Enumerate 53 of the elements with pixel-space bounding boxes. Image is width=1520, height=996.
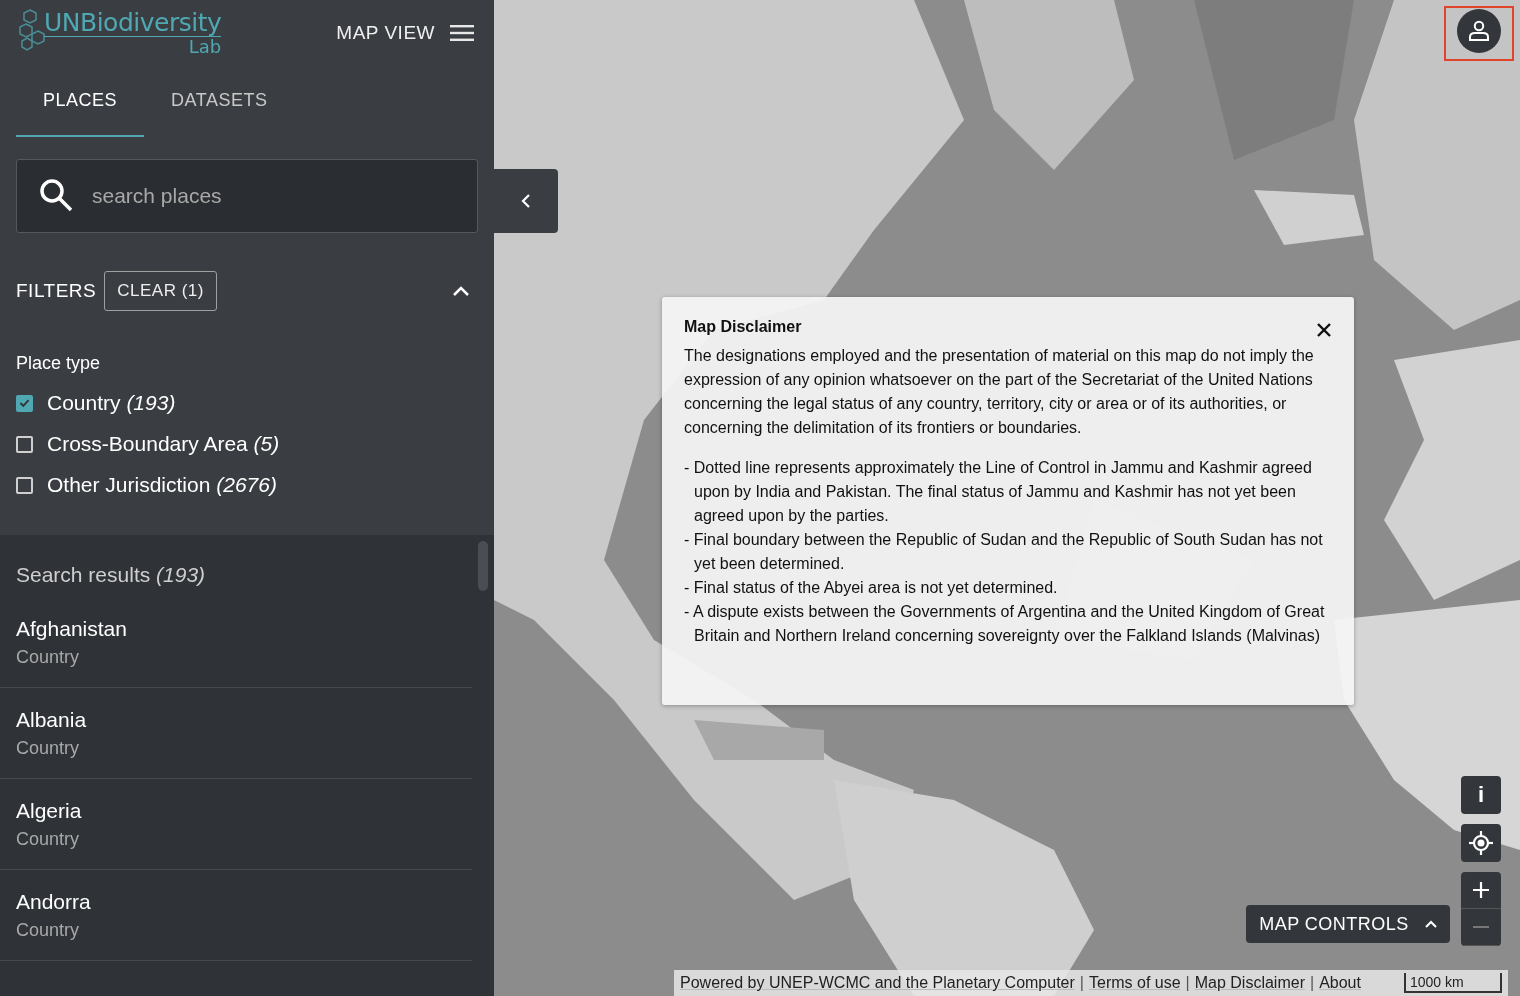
attribution-link[interactable]: Powered by UNEP-WCMC and the Planetary Computer: [680, 974, 1075, 992]
checkbox[interactable]: [16, 394, 33, 412]
disclaimer-note: - Final status of the Abyei area is not yet determined.: [684, 578, 1059, 598]
attribution-link[interactable]: Map Disclaimer: [1194, 974, 1305, 992]
user-icon: [1468, 20, 1490, 42]
place-type: Country: [16, 738, 81, 759]
search-icon: [39, 178, 73, 212]
tab[interactable]: DATASETS: [144, 65, 295, 137]
logo-title: UNBiodiversity: [44, 10, 222, 37]
disclaimer-text: The designations employed and the presentation of material on this map do not imply the expression of any opinion whatsoever on the part of the Secretariat of the United Nations concerning the legal status of any country, territory, city or area or of its authorities, or concerning the delimitation of its frontiers or boundaries.: [684, 346, 1315, 438]
checkbox[interactable]: [16, 476, 33, 494]
minus-icon: [1472, 925, 1490, 929]
highlight-frame: [1444, 6, 1514, 61]
search-field[interactable]: search places: [16, 159, 478, 233]
place-name: Afghanistan: [16, 617, 128, 641]
attribution-link[interactable]: About: [1319, 974, 1361, 992]
zoom-in-button[interactable]: [1461, 872, 1501, 909]
scale-bar: 1000 km: [1404, 973, 1502, 993]
locate-button[interactable]: [1461, 824, 1501, 862]
place-type: Country: [16, 647, 81, 668]
place-name: Albania: [16, 708, 88, 732]
separator: |: [1310, 974, 1315, 992]
attribution-link[interactable]: Terms of use: [1089, 974, 1181, 992]
checkbox-label[interactable]: Other Jurisdiction (2676): [47, 473, 277, 497]
info-button[interactable]: i: [1461, 776, 1501, 814]
popup-title: Map Disclaimer: [684, 317, 803, 337]
crosshair-icon: [1469, 831, 1493, 855]
menu-icon: [450, 24, 474, 41]
disclaimer-note: - A dispute exists between the Governments of Argentina and the United Kingdom of Great Britain and Northern Ireland concerning sovereignty over the Falkland Islands (Malvinas): [684, 602, 1326, 646]
logo-subtitle: Lab: [188, 37, 222, 57]
checkbox[interactable]: [16, 435, 33, 453]
chevron-icon[interactable]: [452, 285, 470, 297]
filters-label: FILTERS: [16, 280, 97, 302]
separator: |: [1185, 974, 1190, 992]
place-name: Andorra: [16, 890, 92, 914]
results-heading: Search results (193): [15, 562, 207, 588]
place-name: Algeria: [16, 799, 83, 823]
disclaimer-note: - Final boundary between the Republic of Sudan and the Republic of South Sudan has not yet been determined.: [684, 530, 1324, 574]
clear-filters-button[interactable]: CLEAR (1): [104, 271, 217, 311]
map-view-menu-button[interactable]: MAP VIEW: [336, 21, 474, 44]
checkbox-label[interactable]: Country (193): [47, 391, 176, 415]
chevron-left-icon: [521, 193, 531, 209]
close-icon[interactable]: [1316, 322, 1332, 338]
place-type: Country: [16, 829, 81, 850]
checkbox-label[interactable]: Cross-Boundary Area (5): [47, 432, 280, 456]
separator: |: [1079, 974, 1084, 992]
tab[interactable]: PLACES: [16, 65, 145, 137]
filter-group-title: Place type: [16, 353, 102, 374]
plus-icon: [1472, 881, 1490, 899]
disclaimer-note: - Dotted line represents approximately the Line of Control in Jammu and Kashmir agreed upon by India and Pakistan. The final status of Jammu and Kashmir has not yet been agreed upon by the parties.: [684, 458, 1313, 526]
map-controls-button[interactable]: MAP CONTROLS: [1246, 905, 1450, 943]
place-type: Country: [16, 920, 81, 941]
scrollbar-thumb[interactable]: [478, 541, 488, 591]
